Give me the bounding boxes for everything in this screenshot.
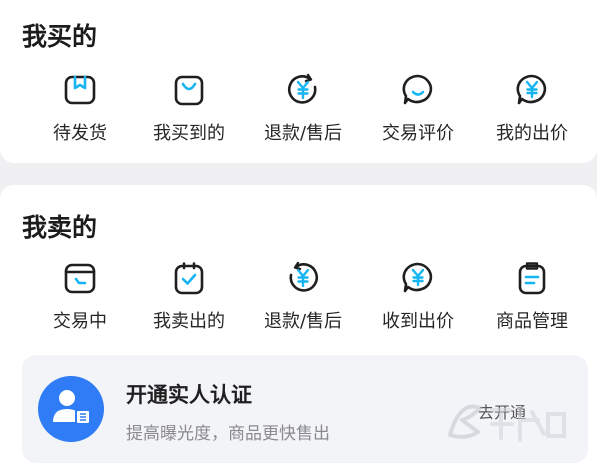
buy-actions-row: 待发货 我买到的 退款/售后 交易评价 我的出价	[0, 72, 597, 152]
shopping-bag-icon	[171, 72, 207, 108]
clipboard-list-icon	[514, 260, 550, 296]
buy-section-card: 我买的 待发货 我买到的 退款/售后 交易评价 我的出价	[0, 0, 597, 163]
yen-refund-icon	[285, 260, 321, 296]
verification-subtitle: 提高曝光度，商品更快售出	[126, 424, 330, 444]
watermark-logo-icon	[448, 404, 566, 442]
verification-title: 开通实人认证	[126, 383, 252, 407]
yen-bubble-icon	[514, 72, 550, 108]
yen-refund-icon	[285, 72, 321, 108]
id-card-avatar-icon	[38, 376, 104, 442]
trade-review-button[interactable]: 交易评价	[360, 72, 476, 152]
product-management-button[interactable]: 商品管理	[474, 260, 590, 340]
received-bids-button[interactable]: 收到出价	[360, 260, 476, 340]
box-icon	[62, 72, 98, 108]
my-bids-label: 我的出价	[496, 123, 568, 144]
clipboard-check-icon	[171, 260, 207, 296]
sold-button[interactable]: 我卖出的	[131, 260, 247, 340]
sell-section-title: 我卖的	[22, 213, 98, 242]
buy-section-title: 我买的	[22, 22, 98, 51]
buy-refund-button[interactable]: 退款/售后	[245, 72, 361, 152]
sell-actions-row: 交易中 我卖出的 退款/售后 收到出价 商品管理	[0, 260, 597, 340]
chat-bubble-icon	[400, 72, 436, 108]
sell-refund-button[interactable]: 退款/售后	[245, 260, 361, 340]
product-management-label: 商品管理	[496, 311, 568, 332]
yen-bubble-icon	[400, 260, 436, 296]
my-bids-button[interactable]: 我的出价	[474, 72, 590, 152]
wallet-icon	[62, 260, 98, 296]
purchased-button[interactable]: 我买到的	[131, 72, 247, 152]
